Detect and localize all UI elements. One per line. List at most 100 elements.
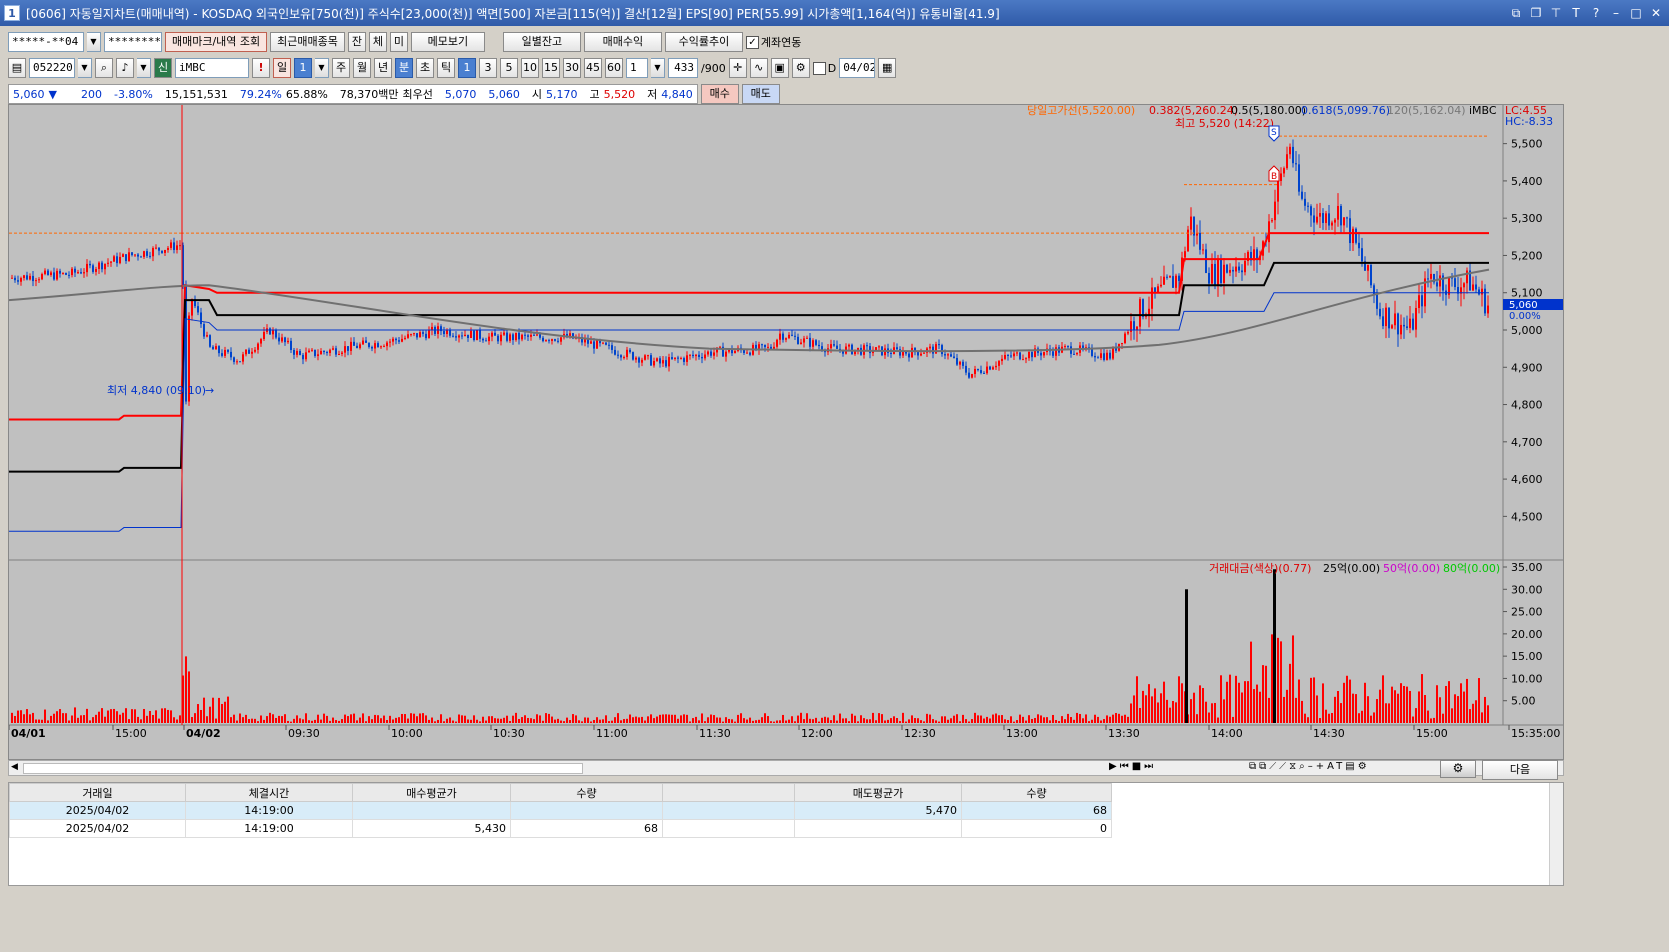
executed-button[interactable]: 체 bbox=[368, 32, 387, 52]
check-icon[interactable]: ✓ bbox=[745, 35, 759, 49]
search-icon[interactable]: ⌕ bbox=[95, 58, 113, 78]
period-second[interactable]: 초 bbox=[416, 58, 434, 78]
volume-bar bbox=[62, 713, 64, 723]
interval-10[interactable]: 10 bbox=[521, 58, 539, 78]
scroll-left-icon[interactable]: ◀ bbox=[11, 762, 18, 772]
col-buy-avg[interactable]: 매수평균가 bbox=[352, 783, 511, 802]
scroll-thumb[interactable] bbox=[23, 763, 583, 774]
unexecuted-button[interactable]: 미 bbox=[389, 32, 408, 52]
interval-15[interactable]: 15 bbox=[542, 58, 560, 78]
period-dropdown-icon[interactable]: ▼ bbox=[315, 58, 329, 78]
candle-body bbox=[1316, 216, 1318, 223]
buy-button[interactable]: 매수 bbox=[700, 84, 739, 104]
period-day-count[interactable]: 1 bbox=[294, 58, 312, 78]
indicator-icon[interactable]: ∿ bbox=[749, 58, 768, 78]
price-volume-chart[interactable]: 5,500 5,400 5,300 5,200 5,100 5,000 4,900 4,800… bbox=[9, 105, 1564, 760]
period-day[interactable]: 일 bbox=[273, 58, 291, 78]
calendar-icon[interactable]: ▦ bbox=[878, 58, 897, 78]
sound-dropdown-icon[interactable]: ▼ bbox=[137, 58, 151, 78]
volume-bar bbox=[893, 716, 895, 723]
volume-bar bbox=[1463, 691, 1465, 723]
code-dropdown-icon[interactable]: ▼ bbox=[78, 58, 92, 78]
volume-bar bbox=[227, 696, 229, 723]
date-input[interactable]: 04/02 bbox=[839, 58, 876, 78]
interval-5[interactable]: 5 bbox=[500, 58, 518, 78]
account-dropdown-icon[interactable]: ▼ bbox=[87, 32, 101, 52]
password-input[interactable]: ******** bbox=[104, 32, 162, 52]
count-input[interactable]: 433 bbox=[668, 58, 698, 78]
minimize-icon[interactable]: – bbox=[1607, 4, 1625, 22]
memo-button[interactable]: 메모보기 bbox=[410, 32, 485, 52]
period-tick[interactable]: 틱 bbox=[437, 58, 455, 78]
candle-body bbox=[602, 342, 604, 344]
alert-icon[interactable]: ! bbox=[252, 58, 270, 78]
interval-45[interactable]: 45 bbox=[584, 58, 602, 78]
table-row[interactable]: 2025/04/02 14:19:00 5,430 68 0 bbox=[9, 819, 1112, 838]
profit-rate-button[interactable]: 수익률추이 bbox=[664, 32, 743, 52]
interval-1[interactable]: 1 bbox=[458, 58, 476, 78]
sell-marker-icon[interactable]: S bbox=[1268, 125, 1280, 142]
col-sell-qty[interactable]: 수량 bbox=[961, 783, 1112, 802]
col-buy-qty[interactable]: 수량 bbox=[510, 783, 663, 802]
sell-button[interactable]: 매도 bbox=[741, 84, 780, 104]
candle-body bbox=[296, 350, 298, 355]
candle-body bbox=[1229, 269, 1231, 273]
link-icon[interactable]: ⧉ bbox=[1507, 4, 1525, 22]
daily-balance-button[interactable]: 일별잔고 bbox=[502, 32, 581, 52]
copy-icon[interactable]: ❐ bbox=[1527, 4, 1545, 22]
date-check-box[interactable] bbox=[812, 61, 826, 75]
volume-bar bbox=[41, 719, 43, 723]
settings-gear-icon[interactable]: ⚙ bbox=[1440, 760, 1476, 778]
chart-scrollbar[interactable]: ◀ ▶⏮■⏭ ⧉⧉⟋⟋⧖⌕–+AT▤⚙ bbox=[8, 760, 1564, 776]
recent-trades-button[interactable]: 최근매매종목 bbox=[270, 32, 345, 52]
speaker-icon[interactable]: ♪ bbox=[116, 58, 134, 78]
period-month[interactable]: 월 bbox=[353, 58, 371, 78]
layout-icon[interactable]: ▤ bbox=[8, 58, 26, 78]
open-label: 시 bbox=[531, 88, 543, 101]
candle-body bbox=[1103, 353, 1105, 360]
date-checkbox[interactable]: D bbox=[812, 61, 836, 75]
period-year[interactable]: 년 bbox=[374, 58, 392, 78]
col-exec-time[interactable]: 체결시간 bbox=[185, 783, 353, 802]
chart-area[interactable]: 5,500 5,400 5,300 5,200 5,100 5,000 4,900 4,800… bbox=[8, 104, 1564, 760]
unit-input[interactable]: 1 bbox=[626, 58, 648, 78]
volume-bar bbox=[1220, 675, 1222, 723]
interval-30[interactable]: 30 bbox=[563, 58, 581, 78]
candle-body bbox=[458, 335, 460, 338]
table-scrollbar[interactable] bbox=[1549, 783, 1563, 885]
interval-3[interactable]: 3 bbox=[479, 58, 497, 78]
period-minute[interactable]: 분 bbox=[395, 58, 413, 78]
volume-bar bbox=[746, 719, 748, 723]
table-row[interactable]: 2025/04/02 14:19:00 5,470 68 bbox=[9, 801, 1112, 820]
account-input[interactable]: *****-**04 bbox=[8, 32, 84, 52]
account-link-checkbox[interactable]: ✓ 계좌연동 bbox=[745, 34, 801, 50]
time-tick-label: 12:00 bbox=[801, 727, 833, 740]
save-icon[interactable]: ▣ bbox=[770, 58, 789, 78]
crosshair-icon[interactable]: ✛ bbox=[728, 58, 747, 78]
font-icon[interactable]: T bbox=[1567, 4, 1585, 22]
col-trade-date[interactable]: 거래일 bbox=[9, 783, 186, 802]
candle-body bbox=[41, 274, 43, 280]
maximize-icon[interactable]: □ bbox=[1627, 4, 1645, 22]
interval-60[interactable]: 60 bbox=[605, 58, 623, 78]
next-button[interactable]: 다음 bbox=[1482, 760, 1558, 780]
drawing-tools[interactable]: ⧉⧉⟋⟋⧖⌕–+AT▤⚙ bbox=[1249, 761, 1370, 772]
stock-code-input[interactable]: 052220 bbox=[29, 58, 75, 78]
ratio-1: 79.24% bbox=[239, 87, 282, 101]
help-icon[interactable]: ? bbox=[1587, 4, 1605, 22]
period-week[interactable]: 주 bbox=[332, 58, 350, 78]
volume-bar bbox=[755, 720, 757, 723]
buy-marker-icon[interactable]: B bbox=[1268, 165, 1280, 182]
trade-profit-button[interactable]: 매매수익 bbox=[583, 32, 662, 52]
playback-controls[interactable]: ▶⏮■⏭ bbox=[1109, 761, 1156, 772]
volume-bar bbox=[596, 717, 598, 723]
balance-button[interactable]: 잔 bbox=[347, 32, 366, 52]
unit-dropdown-icon[interactable]: ▼ bbox=[651, 58, 665, 78]
candle-body bbox=[791, 334, 793, 336]
pin-icon[interactable]: ⊤ bbox=[1547, 4, 1565, 22]
settings-icon[interactable]: ⚙ bbox=[791, 58, 810, 78]
col-sell-avg[interactable]: 매도평균가 bbox=[794, 783, 962, 802]
volume-bar bbox=[839, 713, 841, 723]
close-icon[interactable]: ✕ bbox=[1647, 4, 1665, 22]
trade-mark-button[interactable]: 매매마크/내역 조회 bbox=[165, 32, 268, 52]
